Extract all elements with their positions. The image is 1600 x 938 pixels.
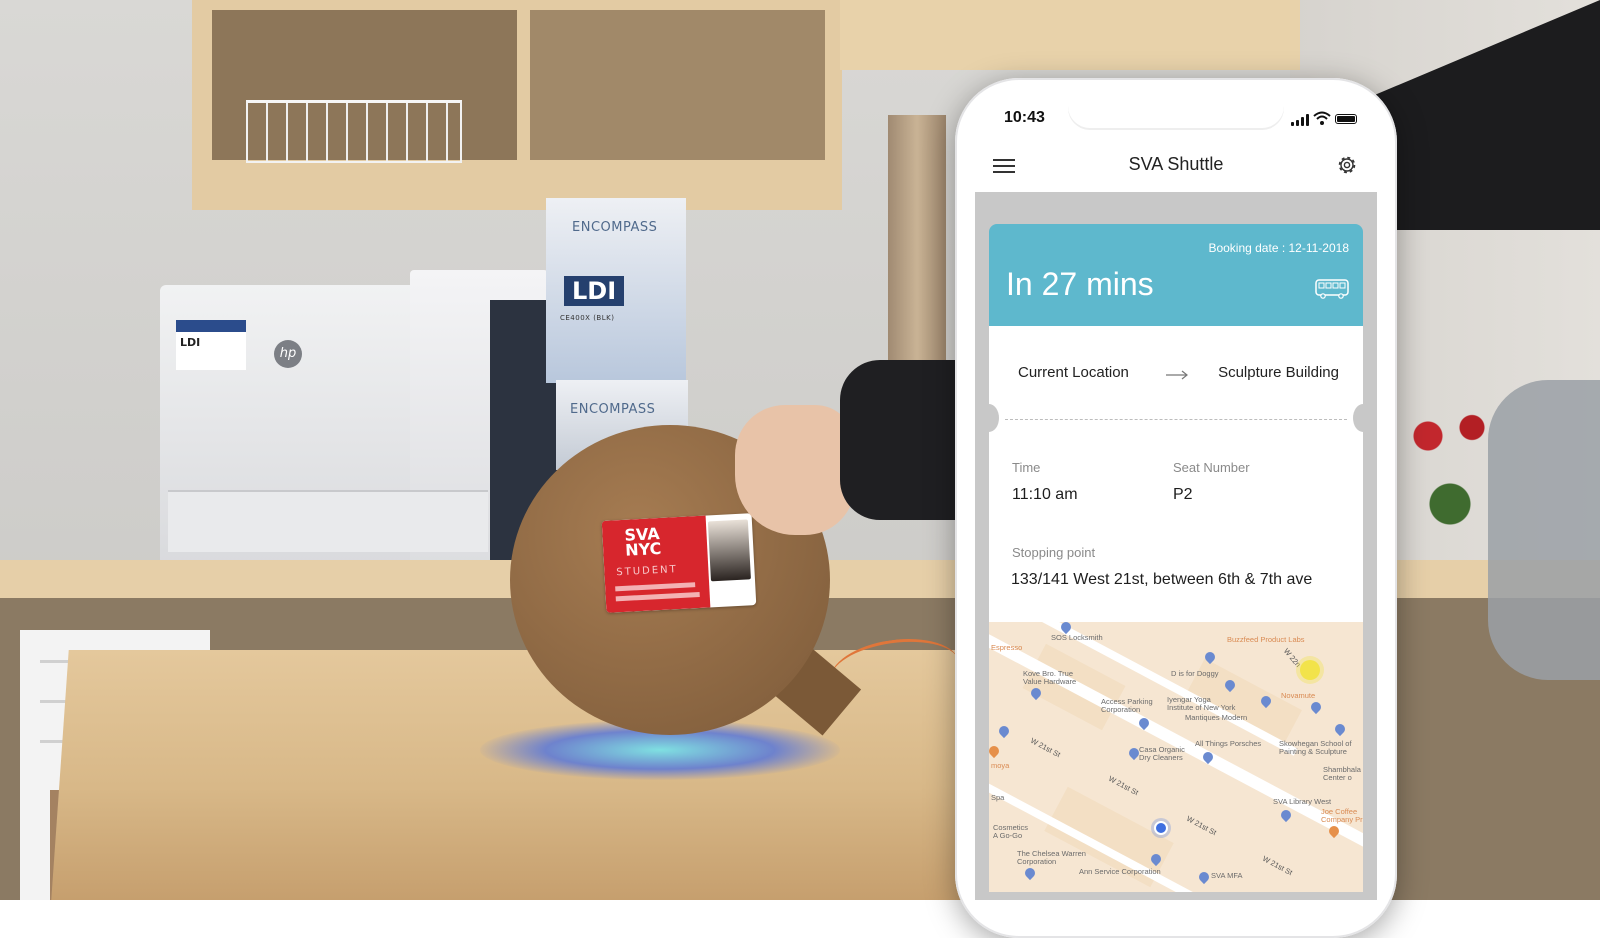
hp-logo: hp <box>274 340 302 368</box>
ticket-header: Booking date : 12-11-2018 In 27 mins <box>989 224 1363 326</box>
signal-icon <box>1291 114 1311 126</box>
ticket-notch-right <box>1353 404 1373 432</box>
phone-screen: 10:43 SVA Shuttle Booking date : 12-11-2… <box>975 96 1377 900</box>
wifi-icon <box>1313 111 1331 125</box>
map-label: Mantiques Modern <box>1185 713 1248 722</box>
main-content: Booking date : 12-11-2018 In 27 mins Cur… <box>975 192 1377 900</box>
arm-sleeve <box>840 360 970 520</box>
map-label: Kove Bro. True Value Hardware <box>1023 669 1077 686</box>
map-label: SOS Locksmith <box>1051 633 1103 642</box>
ticket-notch-left <box>979 404 999 432</box>
printer-tray <box>168 490 488 552</box>
seat-label: Seat Number <box>1173 460 1250 475</box>
office-chair <box>1488 380 1600 680</box>
map-label: Shambhala Center o <box>1323 765 1361 782</box>
box-brand: ENCOMPASS <box>572 220 658 235</box>
current-location-marker[interactable] <box>1154 821 1168 835</box>
app-header: SVA Shuttle <box>975 140 1377 192</box>
arrow-right-icon <box>1166 370 1188 380</box>
map-label: Novamute <box>1281 691 1316 700</box>
map-label: moya <box>991 761 1010 770</box>
map-label: Access Parking Corporation <box>1101 697 1153 714</box>
map-label: Casa Organic Dry Cleaners <box>1139 745 1185 762</box>
wire-basket <box>246 100 462 163</box>
battery-icon <box>1335 114 1357 124</box>
box-model: CE400X (BLK) <box>560 314 615 322</box>
map-label: SVA Library West <box>1273 797 1332 806</box>
map-label: The Chelsea Warren Corporation <box>1017 849 1086 866</box>
bus-icon <box>1315 279 1349 299</box>
time-value: 11:10 am <box>1012 486 1078 503</box>
app-title: SVA Shuttle <box>1128 154 1224 174</box>
printer-label: LDI <box>176 320 246 370</box>
eta-text: In 27 mins <box>1006 266 1154 302</box>
map-label: Cosmetics A Go-Go <box>993 823 1029 840</box>
hand <box>735 405 855 535</box>
route-row: Current Location Sculpture Building <box>989 326 1363 422</box>
map-label: Joe Coffee Company Pr <box>1321 807 1363 824</box>
map-label: D is for Doggy <box>1171 669 1219 678</box>
shelf-compartment-middle <box>530 10 825 160</box>
seat-value: P2 <box>1173 486 1193 503</box>
shuttle-location-marker[interactable] <box>1300 660 1320 680</box>
ticket-details: Time 11:10 am Seat Number P2 Stopping po… <box>989 422 1363 622</box>
phone-notch <box>1068 96 1284 128</box>
box-logo: LDI <box>564 276 625 306</box>
upper-shelf <box>840 0 1300 70</box>
gear-icon[interactable] <box>1335 153 1359 177</box>
map-label: Spa <box>991 793 1005 802</box>
ticket-perforation <box>1005 419 1347 420</box>
box-brand-2: ENCOMPASS <box>570 402 656 417</box>
id-card-photo <box>707 519 751 582</box>
map-label: SVA MFA <box>1211 871 1243 880</box>
map-label: Espresso <box>991 643 1023 652</box>
map-label: Skowhegan School of Painting & Sculpture <box>1279 739 1352 756</box>
time-label: Time <box>1012 460 1041 475</box>
booking-ticket[interactable]: Booking date : 12-11-2018 In 27 mins Cur… <box>979 224 1373 900</box>
stop-label: Stopping point <box>1012 545 1096 560</box>
booking-date: Booking date : 12-11-2018 <box>1208 241 1349 255</box>
map-label: Buzzfeed Product Labs <box>1227 635 1305 644</box>
status-time: 10:43 <box>1004 109 1045 126</box>
route-origin: Current Location <box>1018 364 1129 381</box>
student-id-card: SVA NYC STUDENT <box>601 513 757 613</box>
stop-value: 133/141 West 21st, between 6th & 7th ave <box>1011 571 1313 588</box>
id-card-logo: SVA NYC <box>623 523 662 560</box>
map-label: Ann Service Corporation <box>1079 867 1161 876</box>
route-destination: Sculpture Building <box>1218 364 1339 381</box>
label-logo: LDI <box>180 336 201 349</box>
map-label: Iyengar Yoga Institute of New York <box>1167 695 1236 712</box>
map-label: All Things Porsches <box>1195 739 1262 748</box>
route-map[interactable]: SOS Locksmith Buzzfeed Product Labs Espr… <box>989 622 1363 892</box>
